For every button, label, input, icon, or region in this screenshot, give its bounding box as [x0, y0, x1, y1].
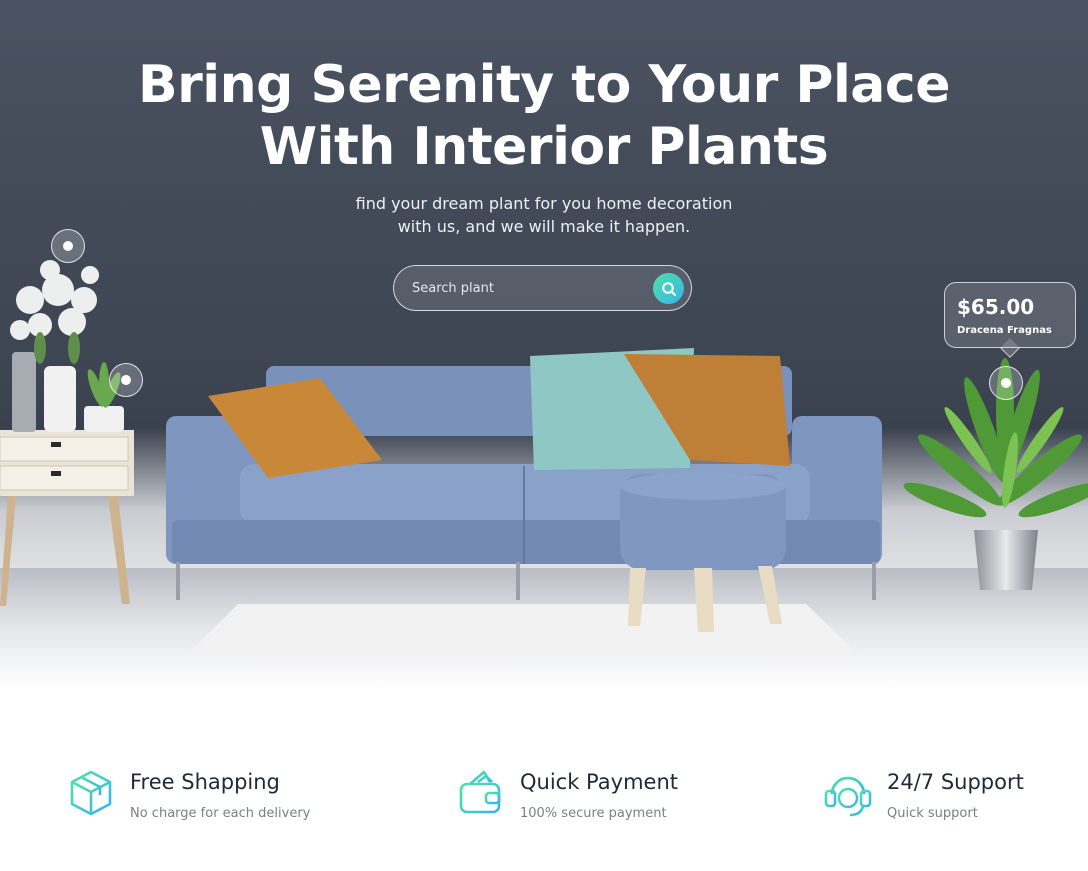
- feature-text: Quick Payment 100% secure payment: [520, 760, 678, 824]
- hero-subtitle-line1: find your dream plant for you home decor…: [355, 194, 733, 213]
- feature-title: Free Shapping: [130, 770, 280, 794]
- feature-description: Quick support: [887, 806, 978, 821]
- feature-free-shipping: Free Shapping No charge for each deliver…: [66, 760, 310, 824]
- feature-text: 24/7 Support Quick support: [887, 760, 1024, 824]
- hotspot-dot: [121, 375, 131, 385]
- hero-title-line1: Bring Serenity to Your Place: [138, 55, 950, 115]
- feature-text: Free Shapping No charge for each deliver…: [130, 760, 310, 824]
- feature-support: 24/7 Support Quick support: [823, 760, 1024, 824]
- feature-description: 100% secure payment: [520, 806, 667, 821]
- features-section: Free Shapping No charge for each deliver…: [0, 760, 1088, 830]
- feature-title: Quick Payment: [520, 770, 678, 794]
- feature-description: No charge for each delivery: [130, 806, 311, 821]
- hero-title: Bring Serenity to Your Place With Interi…: [0, 54, 1088, 178]
- feature-quick-payment: Quick Payment 100% secure payment: [456, 760, 678, 824]
- product-price: $65.00: [957, 295, 1035, 319]
- product-price-card[interactable]: $65.00 Dracena Fragnas: [944, 282, 1076, 358]
- search-bar: [393, 265, 692, 311]
- feature-title: 24/7 Support: [887, 770, 1024, 794]
- hero-title-line2: With Interior Plants: [259, 117, 829, 177]
- headset-icon: [824, 776, 872, 817]
- hotspot-flower-plant[interactable]: [51, 229, 85, 263]
- hero-subtitle-line2: with us, and we will make it happen.: [397, 217, 691, 236]
- hotspot-dot: [1001, 378, 1011, 388]
- box-icon: [70, 770, 112, 816]
- hotspot-small-plant[interactable]: [109, 363, 143, 397]
- hotspot-dracena-plant[interactable]: [989, 366, 1023, 400]
- hotspot-dot: [63, 241, 73, 251]
- wallet-icon: [459, 770, 501, 814]
- search-input[interactable]: [412, 276, 642, 300]
- search-button[interactable]: [653, 273, 684, 304]
- search-icon: [661, 281, 676, 296]
- hero-subtitle: find your dream plant for you home decor…: [0, 192, 1088, 238]
- hero-section: Bring Serenity to Your Place With Interi…: [0, 0, 1088, 690]
